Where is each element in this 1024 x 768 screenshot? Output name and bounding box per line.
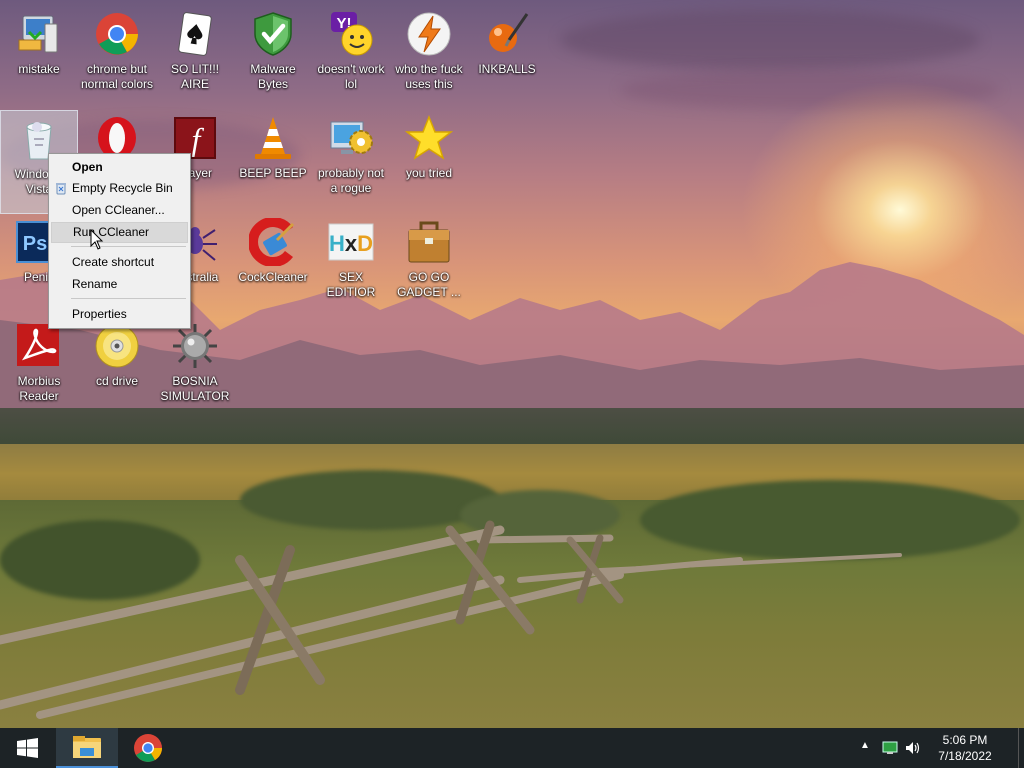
mouse-cursor-icon — [90, 229, 104, 250]
desktop-icon-label: Malware Bytes — [250, 62, 296, 91]
volume-icon[interactable] — [904, 740, 922, 756]
desktop-icon-label: GO GO GADGET ... — [397, 270, 461, 299]
menu-item-open[interactable]: Open — [51, 157, 188, 178]
show-desktop-button[interactable] — [1018, 728, 1024, 768]
desktop-icon-label: who the fuck uses this — [395, 62, 463, 91]
clock-time: 5:06 PM — [942, 733, 988, 747]
desktop-icon[interactable]: who the fuck uses this — [390, 6, 468, 110]
desktop-icon[interactable]: mistake — [0, 6, 78, 110]
desktop-icon[interactable]: BEEP BEEP — [234, 110, 312, 214]
wallpaper-fence — [0, 520, 902, 719]
network-icon[interactable] — [882, 741, 898, 755]
desktop-icon[interactable]: BOSNIA SIMULATOR — [156, 318, 234, 422]
recycle-bin-icon — [54, 181, 68, 195]
desktop-icon[interactable]: CockCleaner — [234, 214, 312, 318]
desktop-icon[interactable]: cd drive — [78, 318, 156, 422]
menu-item-open-ccleaner[interactable]: Open CCleaner... — [51, 200, 188, 221]
menu-item-rename[interactable]: Rename — [51, 274, 188, 295]
windows-logo-icon — [17, 738, 38, 758]
desktop-icon-label: BOSNIA SIMULATOR — [160, 374, 230, 403]
mine-icon — [171, 322, 219, 370]
taskbar: ▲ 5:06 PM 7/18/2022 — [0, 728, 1024, 768]
desktop-icon-label: you tried — [405, 166, 453, 180]
shield-check-icon — [249, 10, 297, 58]
desktop-icon-label: mistake — [18, 62, 60, 76]
desktop-icon-label: chrome but normal colors — [80, 62, 154, 91]
vlc-cone-icon — [249, 114, 297, 162]
menu-item-empty-recycle-bin[interactable]: Empty Recycle Bin — [51, 178, 188, 199]
gear-monitor-icon — [327, 114, 375, 162]
desktop-icon-label: SEX EDITIOR — [326, 270, 376, 299]
desktop-icon-label: CockCleaner — [238, 270, 308, 284]
context-menu: Open Empty Recycle Bin Open CCleaner... … — [48, 153, 191, 329]
menu-separator — [71, 246, 186, 247]
desktop-icon[interactable]: SO LIT!!! AIRE — [156, 6, 234, 110]
desktop-icon-label: Morbius Reader — [17, 374, 61, 403]
desktop-icon-label: probably not a rogue — [317, 166, 385, 195]
ccleaner-icon — [248, 217, 297, 267]
menu-item-run-ccleaner[interactable]: Run CCleaner — [51, 222, 188, 243]
desktop-icon[interactable]: INKBALLS — [468, 6, 546, 110]
desktop-icon[interactable]: chrome but normal colors — [78, 6, 156, 110]
desktop-icon[interactable]: GO GO GADGET ... — [390, 214, 468, 318]
menu-item-properties[interactable]: Properties — [51, 304, 188, 325]
desktop-icon[interactable]: HxD SEX EDITIOR — [312, 214, 390, 318]
winamp-bolt-icon — [405, 10, 453, 58]
briefcase-icon — [405, 218, 453, 266]
desktop-icon-label: INKBALLS — [478, 62, 536, 76]
desktop-icon-label: cd drive — [95, 374, 139, 388]
svg-text:Ps: Ps — [23, 233, 47, 255]
clock-date: 7/18/2022 — [938, 749, 992, 763]
wallpaper-cloud — [560, 10, 980, 70]
star-icon — [404, 114, 454, 162]
show-hidden-icons-icon[interactable]: ▲ — [860, 740, 870, 751]
desktop-icon-label: BEEP BEEP — [239, 166, 307, 180]
hxd-icon: HxD — [327, 218, 375, 266]
desktop-icon-label: SO LIT!!! AIRE — [170, 62, 219, 91]
solitaire-icon — [171, 10, 219, 58]
menu-separator — [71, 298, 186, 299]
svg-text:HxD: HxD — [329, 231, 373, 256]
yahoo-messenger-icon: Y! — [327, 10, 375, 58]
clock[interactable]: 5:06 PM 7/18/2022 — [930, 732, 1000, 764]
start-button[interactable] — [0, 728, 54, 768]
desktop-icon-label: doesn't work lol — [317, 62, 385, 91]
acrobat-icon — [15, 322, 63, 370]
chrome-icon — [93, 10, 141, 58]
desktop-icon[interactable]: Malware Bytes — [234, 6, 312, 110]
system-tray: ▲ 5:06 PM 7/18/2022 — [854, 728, 1024, 768]
desktop-icon[interactable]: you tried — [390, 110, 468, 214]
taskbar-file-explorer[interactable] — [56, 728, 118, 768]
cd-icon — [93, 322, 141, 370]
desktop-icon[interactable]: Y! doesn't work lol — [312, 6, 390, 110]
file-explorer-icon — [73, 736, 101, 758]
menu-item-create-shortcut[interactable]: Create shortcut — [51, 252, 188, 273]
taskbar-chrome[interactable] — [120, 728, 176, 768]
chrome-icon — [134, 734, 162, 762]
desktop-icon[interactable]: probably not a rogue — [312, 110, 390, 214]
desktop[interactable]: mistake chrome but normal colors SO LIT!!!… — [0, 0, 1024, 728]
desktop-icon[interactable]: Morbius Reader — [0, 318, 78, 422]
pc-setup-icon — [15, 10, 63, 58]
inkball-icon — [483, 10, 531, 58]
